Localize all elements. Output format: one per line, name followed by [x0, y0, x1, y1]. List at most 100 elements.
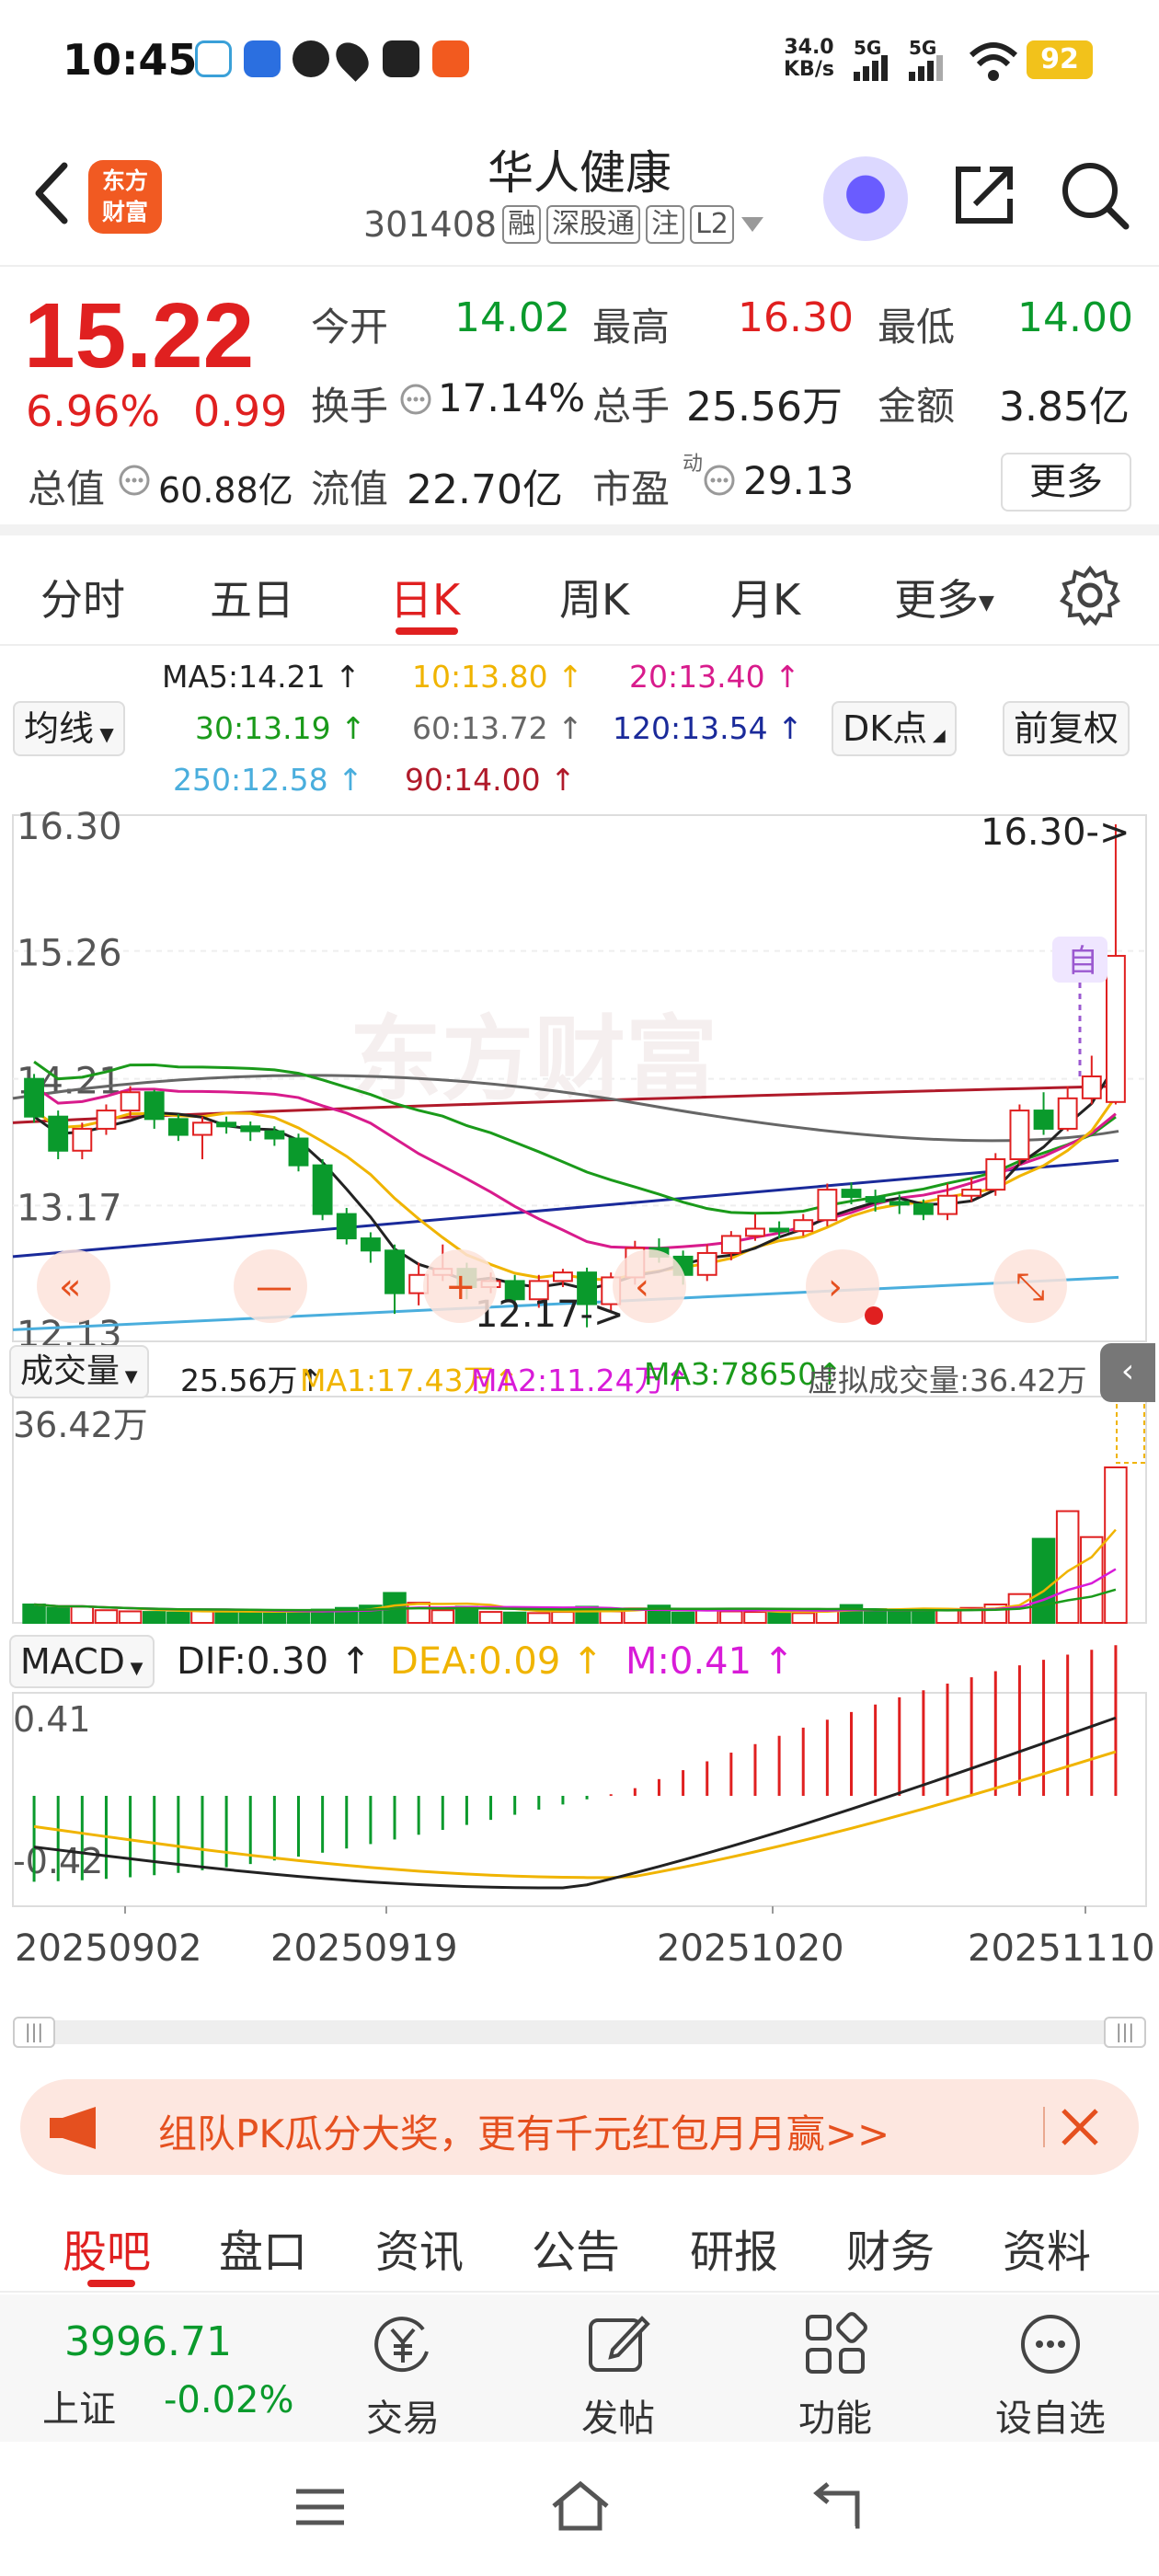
candle: [1033, 1110, 1054, 1130]
post-button[interactable]: 发帖: [535, 2307, 701, 2442]
tab-daily-k[interactable]: 日K: [390, 567, 460, 627]
functions-button[interactable]: 功能: [752, 2307, 918, 2442]
info-icon[interactable]: [703, 464, 736, 497]
float-cap-value: 22.70亿: [407, 466, 563, 513]
adjust-select[interactable]: 前复权: [1003, 701, 1130, 756]
home-icon[interactable]: [548, 2478, 613, 2534]
ma60-value: 60:13.72 ↑: [412, 710, 583, 746]
tab-news[interactable]: 资讯: [375, 2215, 464, 2280]
candle: [120, 1091, 141, 1112]
volume-bar: [142, 1611, 166, 1624]
share-icon[interactable]: [947, 158, 1021, 232]
volume-bar: [430, 1609, 455, 1625]
search-icon[interactable]: [1058, 158, 1131, 232]
candle: [288, 1137, 309, 1167]
volume-header: 成交量 ▼ 25.56万↑ MA1:17.43万↑ MA2:11.24万↑ MA…: [0, 1343, 1159, 1404]
date-label: 20250919: [270, 1927, 458, 1970]
candle: [937, 1194, 958, 1215]
chart-range-scrollbar[interactable]: ||| |||: [13, 2017, 1146, 2048]
volume-value: 25.56万: [686, 384, 843, 431]
macd-indicator-select[interactable]: MACD ▼: [9, 1635, 155, 1688]
candle: [72, 1127, 93, 1152]
promo-banner[interactable]: 组队PK瓜分大奖，更有千元红包月月赢>>: [20, 2079, 1139, 2175]
candle: [216, 1121, 237, 1128]
volume-indicator-select[interactable]: 成交量 ▼: [9, 1345, 149, 1398]
low-marker: 12.17->: [475, 1294, 624, 1336]
edit-icon: [589, 2316, 650, 2372]
virtual-volume: 虚拟成交量:36.42万: [808, 1363, 1087, 1398]
collapse-panel-icon[interactable]: ‹: [1100, 1343, 1155, 1402]
change-percent: 6.96%: [26, 386, 161, 436]
tab-more[interactable]: 更多▼: [894, 567, 994, 627]
tab-research[interactable]: 研报: [690, 2215, 778, 2280]
tab-weekly-k[interactable]: 周K: [559, 567, 629, 627]
tag-connect: 深股通: [546, 205, 641, 244]
info-icon[interactable]: [118, 464, 151, 497]
chart-nav-icon: —: [256, 1266, 293, 1308]
ma-select[interactable]: 均线 ▼: [13, 701, 125, 756]
candle: [696, 1251, 717, 1276]
more-quote-button[interactable]: 更多: [1001, 453, 1131, 512]
app-store-icon: [432, 40, 469, 77]
yen-exchange-icon: [374, 2317, 429, 2373]
ma20-value: 20:13.40 ↑: [629, 659, 800, 695]
date-axis: 20250902 20250919 20251020 20251110: [0, 1927, 1159, 1983]
dropdown-triangle-icon[interactable]: [740, 215, 765, 234]
tab-forum[interactable]: 股吧: [63, 2215, 151, 2280]
tab-monthly-k[interactable]: 月K: [730, 567, 800, 627]
volume-bar: [1104, 1466, 1128, 1624]
ma10-value: 10:13.80 ↑: [412, 659, 583, 695]
macd-axis-top: 0.41: [13, 1699, 91, 1740]
status-time: 10:45: [63, 35, 198, 85]
chart-period-tabs: 分时 五日 日K 周K 月K 更多▼: [0, 545, 1159, 646]
dk-point-button[interactable]: DK点 ◢: [832, 701, 957, 756]
tab-five-day[interactable]: 五日: [210, 567, 294, 627]
signal-bars-icon-1: [854, 55, 888, 81]
date-label: 20251110: [968, 1927, 1155, 1970]
menu-icon[interactable]: [293, 2484, 348, 2530]
price-axis-label: 13.17: [17, 1187, 122, 1229]
index-name[interactable]: 上证: [42, 2379, 116, 2432]
volume-bar: [912, 1608, 935, 1624]
index-value[interactable]: 3996.71: [64, 2318, 232, 2365]
macd-dea-line: [33, 1750, 1117, 1880]
tab-order-book[interactable]: 盘口: [219, 2215, 307, 2280]
pe-label: 市盈: [592, 466, 671, 512]
tab-announcements[interactable]: 公告: [532, 2215, 620, 2280]
trade-button[interactable]: 交易: [320, 2307, 486, 2442]
candle: [720, 1235, 741, 1254]
home-app-icon: [195, 40, 232, 77]
stock-code-row[interactable]: 301408 融 深股通 注 L2: [363, 202, 765, 247]
candle: [912, 1203, 934, 1215]
candle: [1081, 1075, 1102, 1099]
float-cap-label: 流值: [311, 466, 389, 512]
pe-superscript: 动: [683, 453, 704, 476]
tab-financials[interactable]: 财务: [846, 2215, 935, 2280]
candle: [793, 1219, 814, 1233]
close-icon[interactable]: [1060, 2107, 1100, 2147]
volume-ma2-line: [33, 1568, 1117, 1613]
ma120-value: 120:13.54 ↑: [613, 710, 803, 746]
index-change[interactable]: -0.02%: [164, 2379, 294, 2421]
tab-profile[interactable]: 资料: [1003, 2215, 1091, 2280]
candle: [240, 1125, 261, 1133]
settings-gear-icon[interactable]: [1060, 565, 1120, 626]
chart-nav-icon: «: [59, 1266, 81, 1308]
date-label: 20250902: [15, 1927, 202, 1970]
bottom-toolbar: 3996.71 上证 -0.02% 交易 发帖 功能 设自选: [0, 2294, 1159, 2442]
chart-nav-button[interactable]: [613, 1249, 686, 1323]
ai-assistant-icon[interactable]: [823, 156, 908, 241]
add-watchlist-button[interactable]: 设自选: [968, 2307, 1133, 2442]
macd-dif: DIF:0.30 ↑: [177, 1640, 372, 1683]
scroll-handle-right[interactable]: |||: [1104, 2017, 1146, 2048]
chart-nav-icon: ‹: [635, 1266, 649, 1308]
scroll-handle-left[interactable]: |||: [13, 2017, 55, 2048]
tab-intraday[interactable]: 分时: [40, 567, 125, 627]
info-icon[interactable]: [399, 383, 432, 416]
low-label: 最低: [878, 305, 956, 350]
price-axis-label: 15.26: [17, 933, 122, 975]
chevron-down-icon: ▼: [120, 1367, 138, 1386]
back-nav-icon[interactable]: [809, 2480, 865, 2532]
volume-bar: [935, 1609, 959, 1625]
ma5-value: MA5:14.21 ↑: [162, 659, 361, 695]
